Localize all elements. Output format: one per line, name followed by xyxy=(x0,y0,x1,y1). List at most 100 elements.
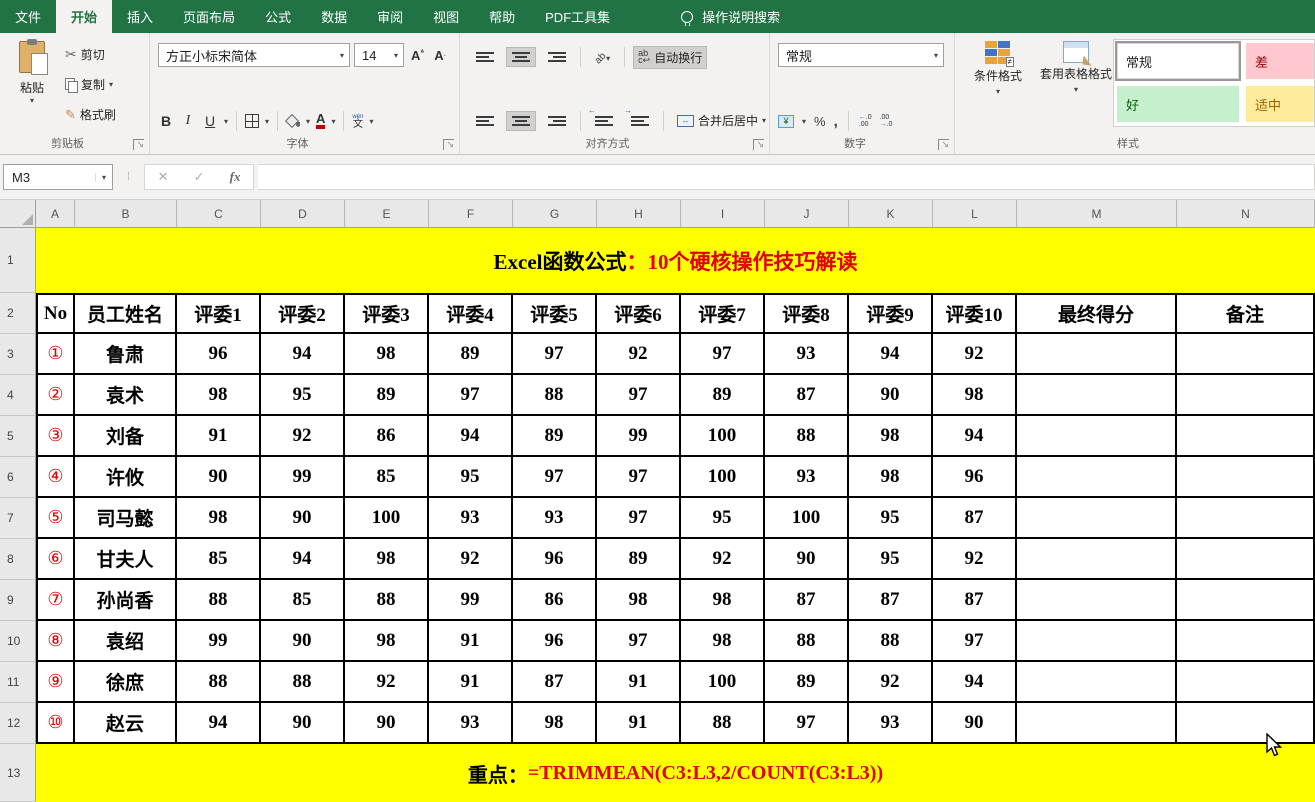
cell-I2[interactable]: 评委7 xyxy=(681,293,765,334)
cell-E7[interactable]: 100 xyxy=(345,498,429,539)
cell-E10[interactable]: 98 xyxy=(345,621,429,662)
footer-row[interactable]: 重点：=TRIMMEAN(C3:L3,2/COUNT(C3:L3)) xyxy=(36,744,1315,802)
row-header-13[interactable]: 13 xyxy=(0,744,36,802)
borders-icon[interactable] xyxy=(245,114,259,128)
grow-font-button[interactable]: Aᐞ xyxy=(408,48,427,63)
cell-N9[interactable] xyxy=(1177,580,1315,621)
font-color-icon[interactable]: A xyxy=(316,113,325,129)
paste-button[interactable]: 粘贴 ▾ xyxy=(8,41,56,133)
cell-J8[interactable]: 90 xyxy=(765,539,849,580)
cell-H4[interactable]: 97 xyxy=(597,375,681,416)
cell-L9[interactable]: 87 xyxy=(933,580,1017,621)
cell-A11[interactable]: ⑨ xyxy=(36,662,75,703)
row-header-3[interactable]: 3 xyxy=(0,334,36,375)
cell-K9[interactable]: 87 xyxy=(849,580,933,621)
cell-D11[interactable]: 88 xyxy=(261,662,345,703)
col-header-N[interactable]: N xyxy=(1177,200,1315,228)
shrink-font-button[interactable]: A˯ xyxy=(431,48,449,63)
cell-N12[interactable] xyxy=(1177,703,1315,744)
cell-N8[interactable] xyxy=(1177,539,1315,580)
col-header-B[interactable]: B xyxy=(75,200,177,228)
row-header-7[interactable]: 7 xyxy=(0,498,36,539)
col-header-A[interactable]: A xyxy=(36,200,75,228)
cell-I10[interactable]: 98 xyxy=(681,621,765,662)
cell-K2[interactable]: 评委9 xyxy=(849,293,933,334)
cell-L12[interactable]: 90 xyxy=(933,703,1017,744)
cell-M7[interactable] xyxy=(1017,498,1177,539)
cell-K10[interactable]: 88 xyxy=(849,621,933,662)
cell-M3[interactable] xyxy=(1017,334,1177,375)
cell-J4[interactable]: 87 xyxy=(765,375,849,416)
col-header-L[interactable]: L xyxy=(933,200,1017,228)
copy-button[interactable]: 复制 ▾ xyxy=(60,73,121,96)
cell-C3[interactable]: 96 xyxy=(177,334,261,375)
select-all-corner[interactable] xyxy=(0,200,36,228)
cell-M8[interactable] xyxy=(1017,539,1177,580)
font-name-combobox[interactable]: 方正小标宋简体 ▾ xyxy=(158,43,350,67)
cell-D7[interactable]: 90 xyxy=(261,498,345,539)
cell-H6[interactable]: 97 xyxy=(597,457,681,498)
row-header-2[interactable]: 2 xyxy=(0,293,36,334)
row-header-6[interactable]: 6 xyxy=(0,457,36,498)
cell-D5[interactable]: 92 xyxy=(261,416,345,457)
tab-插入[interactable]: 插入 xyxy=(112,0,168,33)
cell-B3[interactable]: 鲁肃 xyxy=(75,334,177,375)
cell-F12[interactable]: 93 xyxy=(429,703,513,744)
cell-L10[interactable]: 97 xyxy=(933,621,1017,662)
cell-E5[interactable]: 86 xyxy=(345,416,429,457)
cell-L11[interactable]: 94 xyxy=(933,662,1017,703)
cell-K4[interactable]: 90 xyxy=(849,375,933,416)
decrease-decimal-button[interactable]: .00→.0 xyxy=(880,114,893,128)
cell-H3[interactable]: 92 xyxy=(597,334,681,375)
cell-N7[interactable] xyxy=(1177,498,1315,539)
format-painter-button[interactable]: ✎ 格式刷 xyxy=(60,103,121,126)
col-header-M[interactable]: M xyxy=(1017,200,1177,228)
cell-L2[interactable]: 评委10 xyxy=(933,293,1017,334)
cell-C10[interactable]: 99 xyxy=(177,621,261,662)
row-header-12[interactable]: 12 xyxy=(0,703,36,744)
cell-L6[interactable]: 96 xyxy=(933,457,1017,498)
cell-G4[interactable]: 88 xyxy=(513,375,597,416)
cell-L4[interactable]: 98 xyxy=(933,375,1017,416)
cell-C8[interactable]: 85 xyxy=(177,539,261,580)
cell-E2[interactable]: 评委3 xyxy=(345,293,429,334)
comma-style-button[interactable]: , xyxy=(834,113,838,130)
col-header-J[interactable]: J xyxy=(765,200,849,228)
cut-button[interactable]: ✂ 剪切 xyxy=(60,43,121,66)
cell-B6[interactable]: 许攸 xyxy=(75,457,177,498)
cell-C7[interactable]: 98 xyxy=(177,498,261,539)
cell-F6[interactable]: 95 xyxy=(429,457,513,498)
cell-H11[interactable]: 91 xyxy=(597,662,681,703)
style-cell-好[interactable]: 好 xyxy=(1117,86,1239,122)
tab-数据[interactable]: 数据 xyxy=(306,0,362,33)
cell-I6[interactable]: 100 xyxy=(681,457,765,498)
cell-G5[interactable]: 89 xyxy=(513,416,597,457)
cell-M9[interactable] xyxy=(1017,580,1177,621)
font-size-combobox[interactable]: 14 ▾ xyxy=(354,43,404,67)
cell-E9[interactable]: 88 xyxy=(345,580,429,621)
cell-K8[interactable]: 95 xyxy=(849,539,933,580)
cell-G7[interactable]: 93 xyxy=(513,498,597,539)
cell-B8[interactable]: 甘夫人 xyxy=(75,539,177,580)
cell-J9[interactable]: 87 xyxy=(765,580,849,621)
cell-B2[interactable]: 员工姓名 xyxy=(75,293,177,334)
tab-视图[interactable]: 视图 xyxy=(418,0,474,33)
col-header-I[interactable]: I xyxy=(681,200,765,228)
enter-button[interactable]: ✓ xyxy=(181,169,217,185)
cell-J11[interactable]: 89 xyxy=(765,662,849,703)
cell-N4[interactable] xyxy=(1177,375,1315,416)
cell-A6[interactable]: ④ xyxy=(36,457,75,498)
cell-C4[interactable]: 98 xyxy=(177,375,261,416)
tab-公式[interactable]: 公式 xyxy=(250,0,306,33)
cell-J3[interactable]: 93 xyxy=(765,334,849,375)
cell-D10[interactable]: 90 xyxy=(261,621,345,662)
cell-I8[interactable]: 92 xyxy=(681,539,765,580)
cell-M11[interactable] xyxy=(1017,662,1177,703)
cell-E12[interactable]: 90 xyxy=(345,703,429,744)
currency-icon[interactable]: ¥ xyxy=(778,115,794,128)
cell-K12[interactable]: 93 xyxy=(849,703,933,744)
cell-L3[interactable]: 92 xyxy=(933,334,1017,375)
cell-E11[interactable]: 92 xyxy=(345,662,429,703)
cell-H10[interactable]: 97 xyxy=(597,621,681,662)
conditional-formatting-button[interactable]: 条件格式 ▾ xyxy=(961,41,1035,99)
